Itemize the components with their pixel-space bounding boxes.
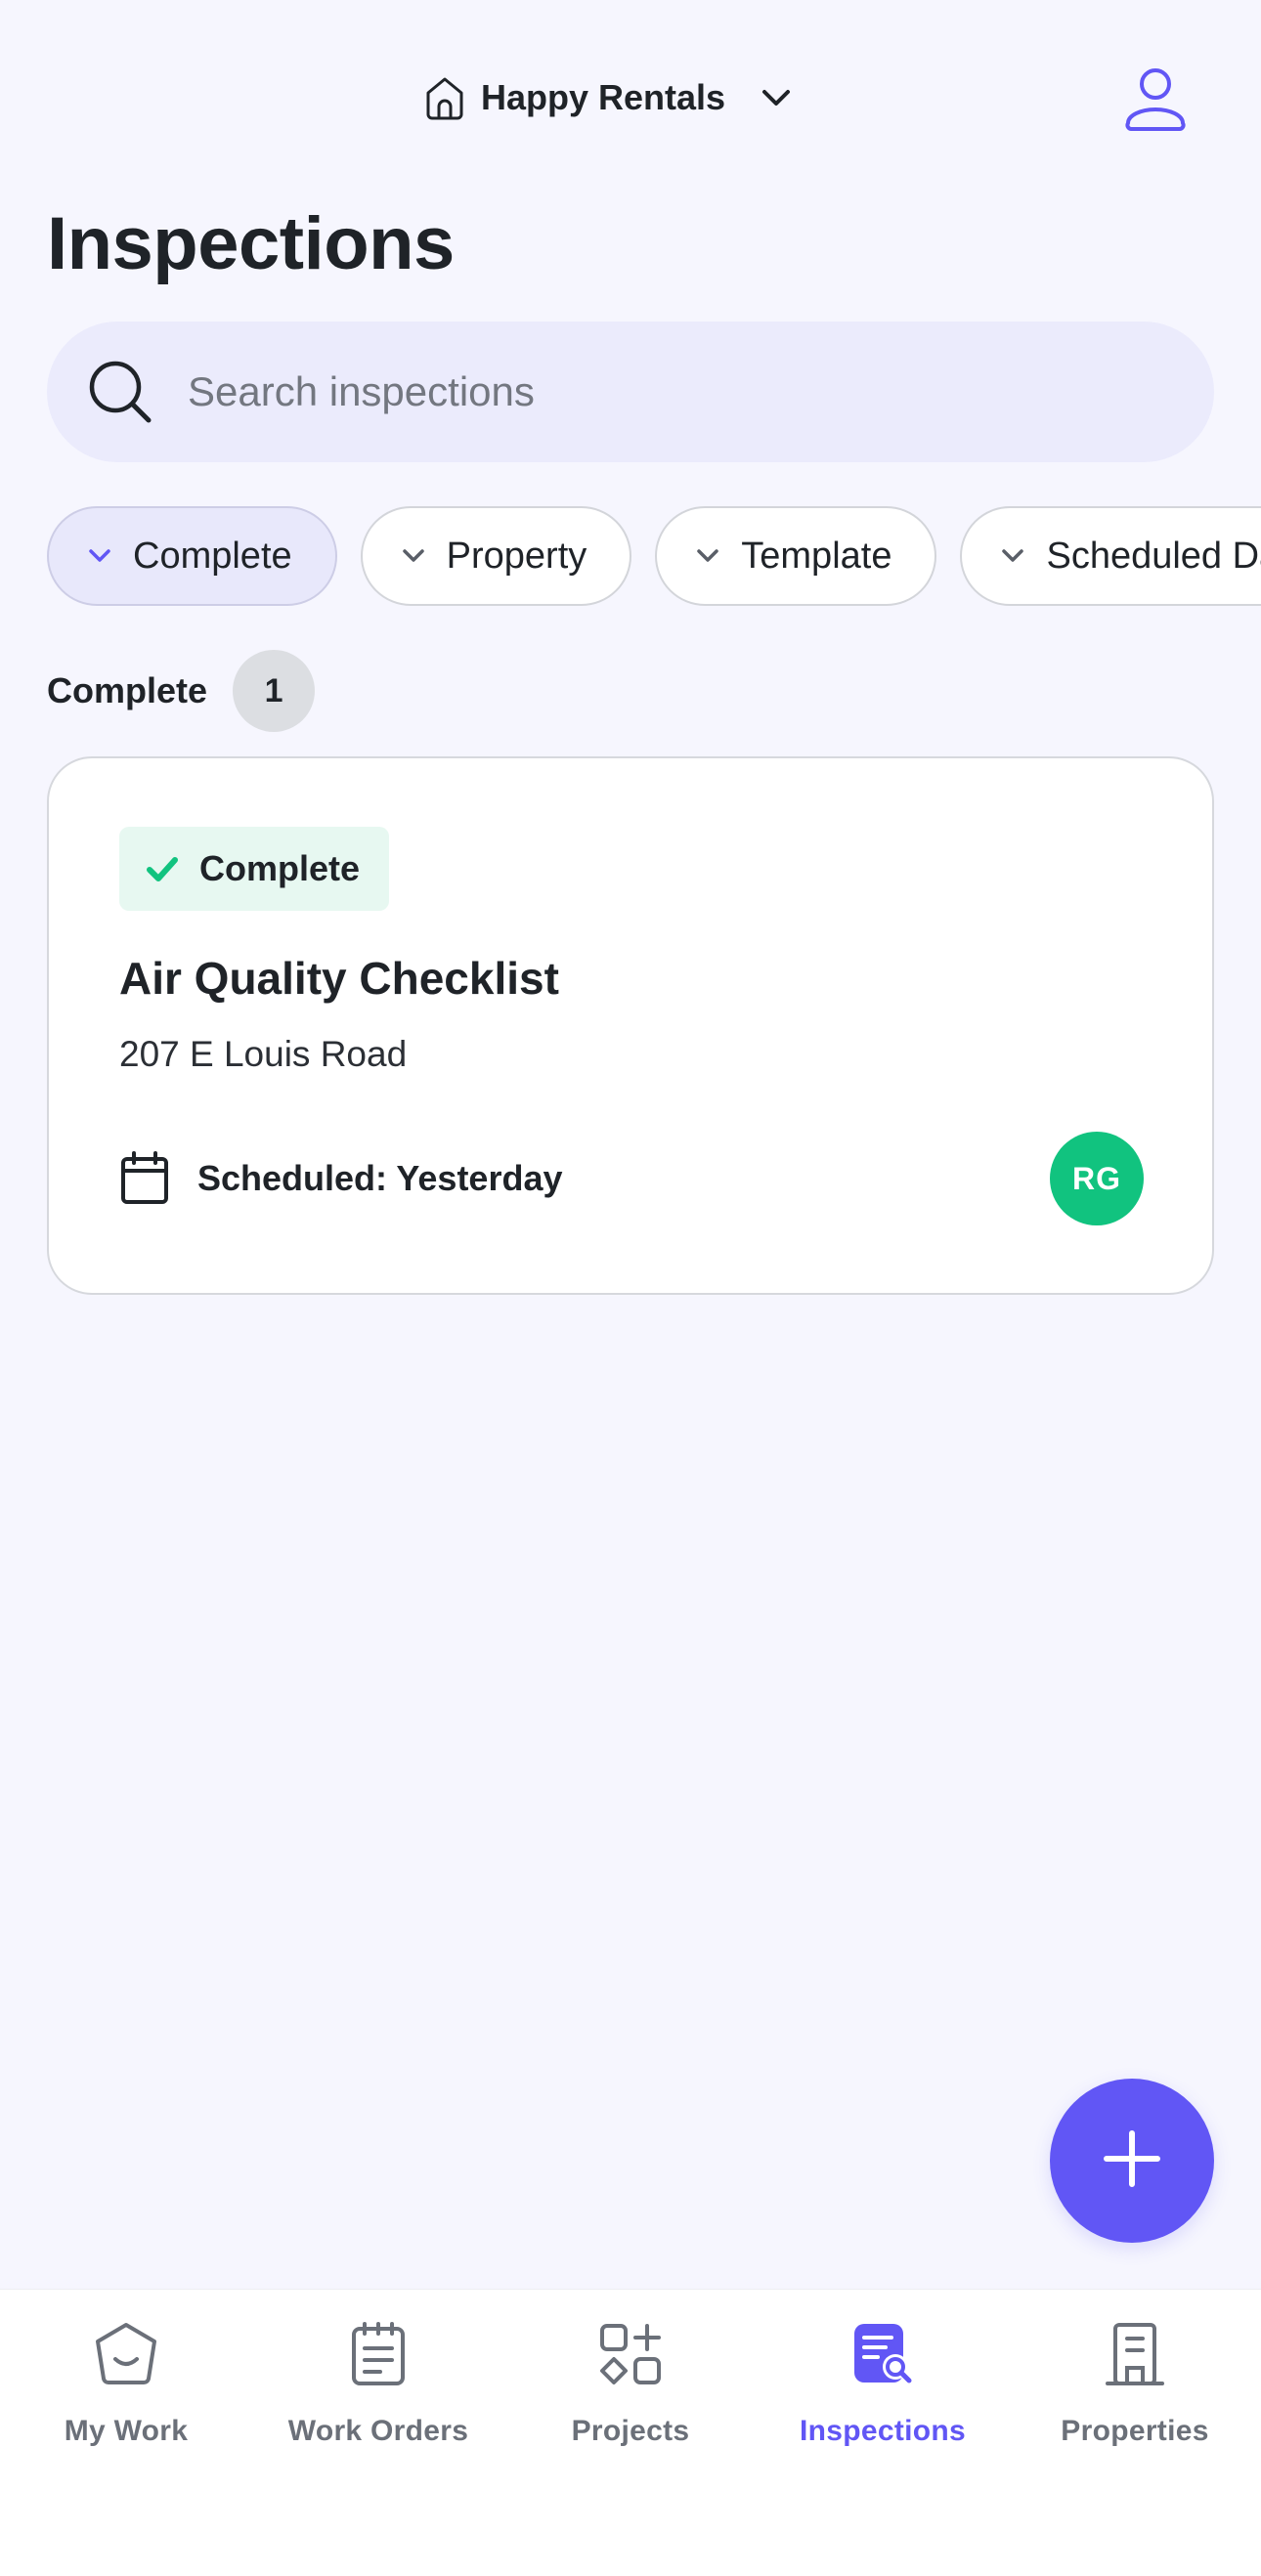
search-icon: [86, 358, 154, 426]
filter-chip-label: Scheduled Date: [1046, 535, 1261, 577]
filter-chip-label: Complete: [133, 535, 292, 577]
inspections-screen: Happy Rentals Inspections Search inspect…: [0, 0, 1261, 2576]
inspection-title: Air Quality Checklist: [119, 953, 559, 1004]
check-icon: [145, 851, 180, 886]
nav-label: My Work: [64, 2415, 189, 2447]
group-title: Complete: [47, 670, 208, 710]
add-inspection-button[interactable]: [1050, 2079, 1214, 2243]
filter-chip-label: Template: [741, 535, 892, 577]
page-title: Inspections: [47, 202, 455, 285]
home-icon: [424, 75, 465, 120]
group-header: Complete 1: [47, 650, 316, 732]
filter-chip-template[interactable]: Template: [655, 506, 937, 606]
work-orders-icon: [343, 2319, 413, 2389]
nav-item-inspections[interactable]: Inspections: [757, 2319, 1009, 2514]
schedule-row: Scheduled: Yesterday: [119, 1149, 563, 1208]
top-bar: Happy Rentals: [0, 59, 1261, 137]
filter-chip-status[interactable]: Complete: [47, 506, 337, 606]
inspection-address: 207 E Louis Road: [119, 1034, 408, 1074]
plus-icon: [1103, 2129, 1161, 2193]
nav-label: Work Orders: [287, 2415, 469, 2447]
filter-chip-property[interactable]: Property: [360, 506, 632, 606]
status-badge: Complete: [119, 827, 390, 911]
chevron-down-icon: [398, 540, 429, 572]
search-input[interactable]: [188, 322, 1214, 462]
chevron-down-icon: [997, 540, 1028, 572]
chevron-down-icon: [757, 78, 796, 117]
organization-name: Happy Rentals: [481, 77, 726, 117]
projects-icon: [595, 2319, 666, 2389]
user-icon: [1124, 66, 1187, 138]
profile-button[interactable]: [1116, 63, 1195, 141]
count-badge: 1: [233, 650, 316, 732]
calendar-icon: [119, 1151, 170, 1206]
nav-label: Inspections: [800, 2415, 966, 2447]
bottom-nav: My Work Work Orders Projects Inspections…: [0, 2289, 1261, 2576]
properties-icon: [1100, 2319, 1170, 2389]
nav-item-work-orders[interactable]: Work Orders: [252, 2319, 504, 2514]
status-label: Complete: [199, 848, 361, 888]
inspection-card[interactable]: Complete Air Quality Checklist 207 E Lou…: [47, 756, 1214, 1295]
assignee-avatar: RG: [1050, 1132, 1144, 1225]
chevron-down-icon: [84, 540, 115, 572]
my-work-icon: [91, 2319, 161, 2389]
nav-item-properties[interactable]: Properties: [1009, 2319, 1261, 2514]
nav-label: Projects: [571, 2415, 690, 2447]
filter-chip-label: Property: [446, 535, 587, 577]
nav-item-my-work[interactable]: My Work: [0, 2319, 252, 2514]
nav-label: Properties: [1061, 2415, 1209, 2447]
search-bar[interactable]: [47, 322, 1214, 462]
nav-item-projects[interactable]: Projects: [504, 2319, 757, 2514]
filter-chips: Complete Property Template Scheduled Dat…: [47, 506, 1261, 608]
schedule-text: Scheduled: Yesterday: [197, 1158, 563, 1198]
filter-chip-scheduled-date[interactable]: Scheduled Date: [960, 506, 1261, 606]
inspections-icon: [848, 2319, 918, 2389]
chevron-down-icon: [692, 540, 723, 572]
organization-switcher[interactable]: Happy Rentals: [424, 66, 796, 129]
